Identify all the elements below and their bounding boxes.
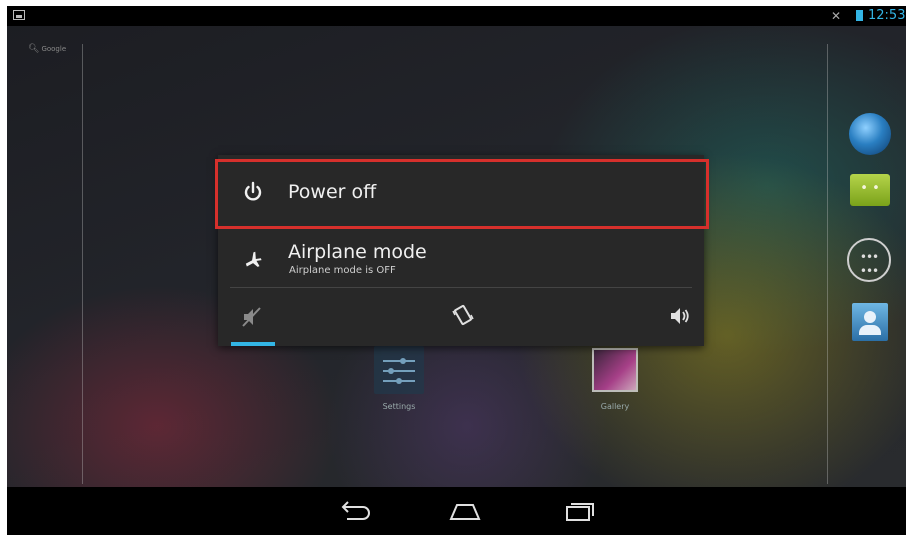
app-drawer-icon[interactable]: ••• ••• (847, 238, 891, 282)
search-icon: 🔍︎ (28, 44, 40, 54)
sound-on-icon (671, 308, 689, 324)
people-icon[interactable] (852, 303, 888, 341)
google-search-bar[interactable]: 🔍︎ Google (28, 44, 66, 54)
airplane-mode-option[interactable]: Airplane mode Airplane mode is OFF (218, 231, 704, 287)
recent-apps-icon[interactable] (559, 497, 599, 525)
mute-icon: ✕ (831, 9, 842, 23)
search-label: Google (41, 45, 67, 53)
gallery-app-label: Gallery (600, 402, 630, 411)
screenshot-icon (13, 10, 25, 20)
home-icon[interactable] (445, 497, 485, 525)
power-off-label: Power off (288, 181, 377, 203)
silent-icon (242, 307, 261, 327)
battery-icon (856, 10, 863, 21)
vibrate-mode-button[interactable] (431, 288, 491, 346)
airplane-icon (245, 251, 262, 267)
power-options-dialog: Power off Airplane mode Airplane mode is… (215, 155, 709, 346)
messaging-icon[interactable]: • • (850, 174, 890, 206)
power-off-option[interactable]: Power off (218, 155, 704, 231)
power-icon (244, 181, 262, 201)
status-time: 12:53 (868, 8, 906, 23)
status-bar: ✕ 12:53 (7, 6, 906, 26)
silent-mode-button[interactable] (218, 288, 278, 346)
selected-mode-indicator (231, 342, 275, 346)
settings-icon[interactable] (374, 346, 424, 394)
sound-mode-selector (218, 288, 704, 346)
vibrate-icon (452, 304, 474, 326)
browser-globe-icon[interactable] (849, 113, 891, 155)
settings-app-label: Settings (382, 402, 416, 411)
right-divider (827, 44, 828, 484)
airplane-mode-label: Airplane mode (288, 241, 427, 263)
android-screen: ✕ 12:53 🔍︎ Google • • ••• ••• Settings Gal… (7, 6, 906, 535)
airplane-mode-status: Airplane mode is OFF (289, 265, 396, 276)
sound-mode-button[interactable] (644, 288, 704, 346)
back-icon[interactable] (335, 497, 375, 525)
navigation-bar (7, 487, 906, 535)
left-divider (82, 44, 83, 484)
gallery-icon[interactable] (592, 348, 638, 392)
